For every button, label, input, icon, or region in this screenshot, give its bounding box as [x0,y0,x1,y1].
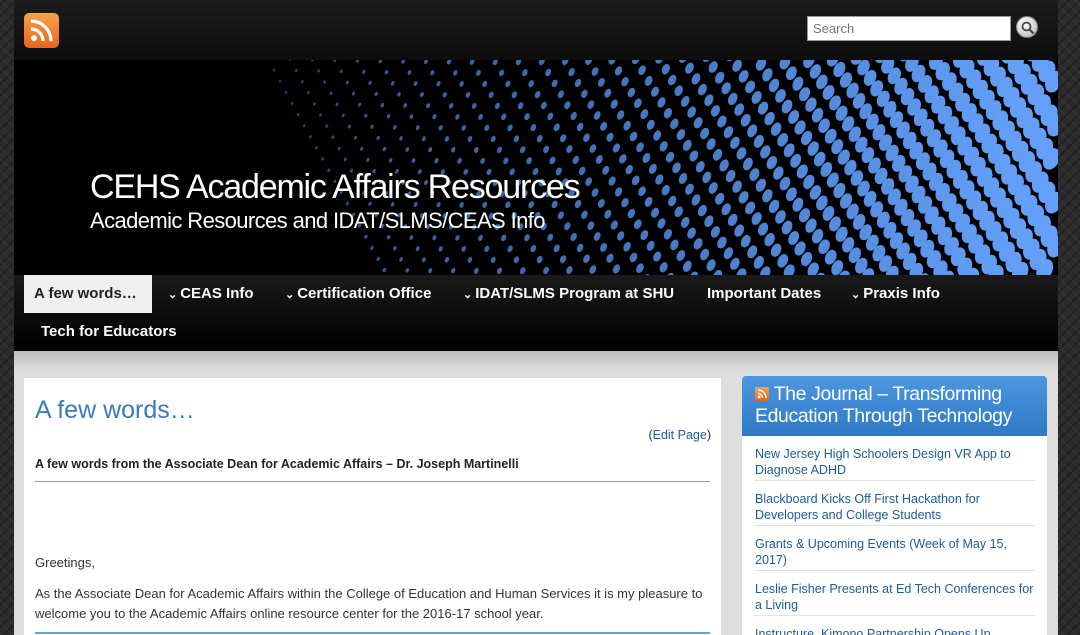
top-bar [14,0,1058,60]
greeting-text: Greetings, [35,555,95,570]
nav-item-tech-for-educators[interactable]: Tech for Educators [31,313,187,351]
feed-item[interactable]: Instructure, Kimono Partnership Opens Up [754,616,1035,635]
nav-item-label: Praxis Info [863,285,940,302]
rss-feed-icon[interactable] [24,13,59,48]
nav-item-label: IDAT/SLMS Program at SHU [475,285,675,302]
divider [35,632,710,634]
edit-page-line: (Edit Page) [648,428,711,442]
chevron-down-icon: ⌄ [285,289,295,301]
nav-item-ceas-info[interactable]: ⌄ CEAS Info [158,275,264,313]
intro-paragraph: As the Associate Dean for Academic Affai… [35,586,703,621]
nav-item-idat-slms[interactable]: ⌄ IDAT/SLMS Program at SHU [453,275,684,313]
widget-title-text: The Journal – Transforming Education Thr… [755,383,1012,427]
edit-page-link[interactable]: Edit Page [653,428,707,442]
page-subtitle: A few words from the Associate Dean for … [35,457,519,471]
nav-item-a-few-words[interactable]: A few words… [24,275,152,313]
widget-title[interactable]: The Journal – Transforming Education Thr… [755,383,1040,427]
header-banner: CEHS Academic Affairs Resources Academic… [14,60,1058,275]
nav-item-certification-office[interactable]: ⌄ Certification Office [275,275,441,313]
divider [35,481,710,482]
nav-item-label: Important Dates [707,285,822,302]
nav-item-important-dates[interactable]: Important Dates [697,275,831,313]
rss-feed-icon[interactable] [755,387,769,401]
nav-item-label: Tech for Educators [41,323,177,340]
nav-item-praxis-info[interactable]: ⌄ Praxis Info [841,275,950,313]
page-wrapper: CEHS Academic Affairs Resources Academic… [14,0,1058,635]
site-description: Academic Resources and IDAT/SLMS/CEAS In… [90,208,546,233]
feed-item[interactable]: Leslie Fisher Presents at Ed Tech Confer… [754,571,1035,616]
chevron-down-icon: ⌄ [168,289,178,301]
chevron-down-icon: ⌄ [851,289,861,301]
feed-item[interactable]: Grants & Upcoming Events (Week of May 15… [754,526,1035,571]
feed-item[interactable]: Blackboard Kicks Off First Hackathon for… [754,481,1035,526]
sidebar-widget-header: The Journal – Transforming Education Thr… [742,376,1047,436]
page-article: A few words… (Edit Page) A few words fro… [24,378,721,635]
chevron-down-icon: ⌄ [463,289,473,301]
feed-item[interactable]: New Jersey High Schoolers Design VR App … [754,436,1035,481]
search-icon [1021,21,1035,35]
site-title[interactable]: CEHS Academic Affairs Resources [90,168,581,207]
sidebar-feed-list: New Jersey High Schoolers Design VR App … [742,436,1047,635]
nav-item-label: Certification Office [297,285,432,302]
search-button[interactable] [1016,16,1038,38]
page-title: A few words… [35,396,195,424]
nav-item-label: A few words… [34,285,137,302]
main-navigation: A few words… ⌄ CEAS Info ⌄ Certification O… [14,275,1058,351]
search-input[interactable] [807,16,1011,41]
nav-item-label: CEAS Info [180,285,254,302]
